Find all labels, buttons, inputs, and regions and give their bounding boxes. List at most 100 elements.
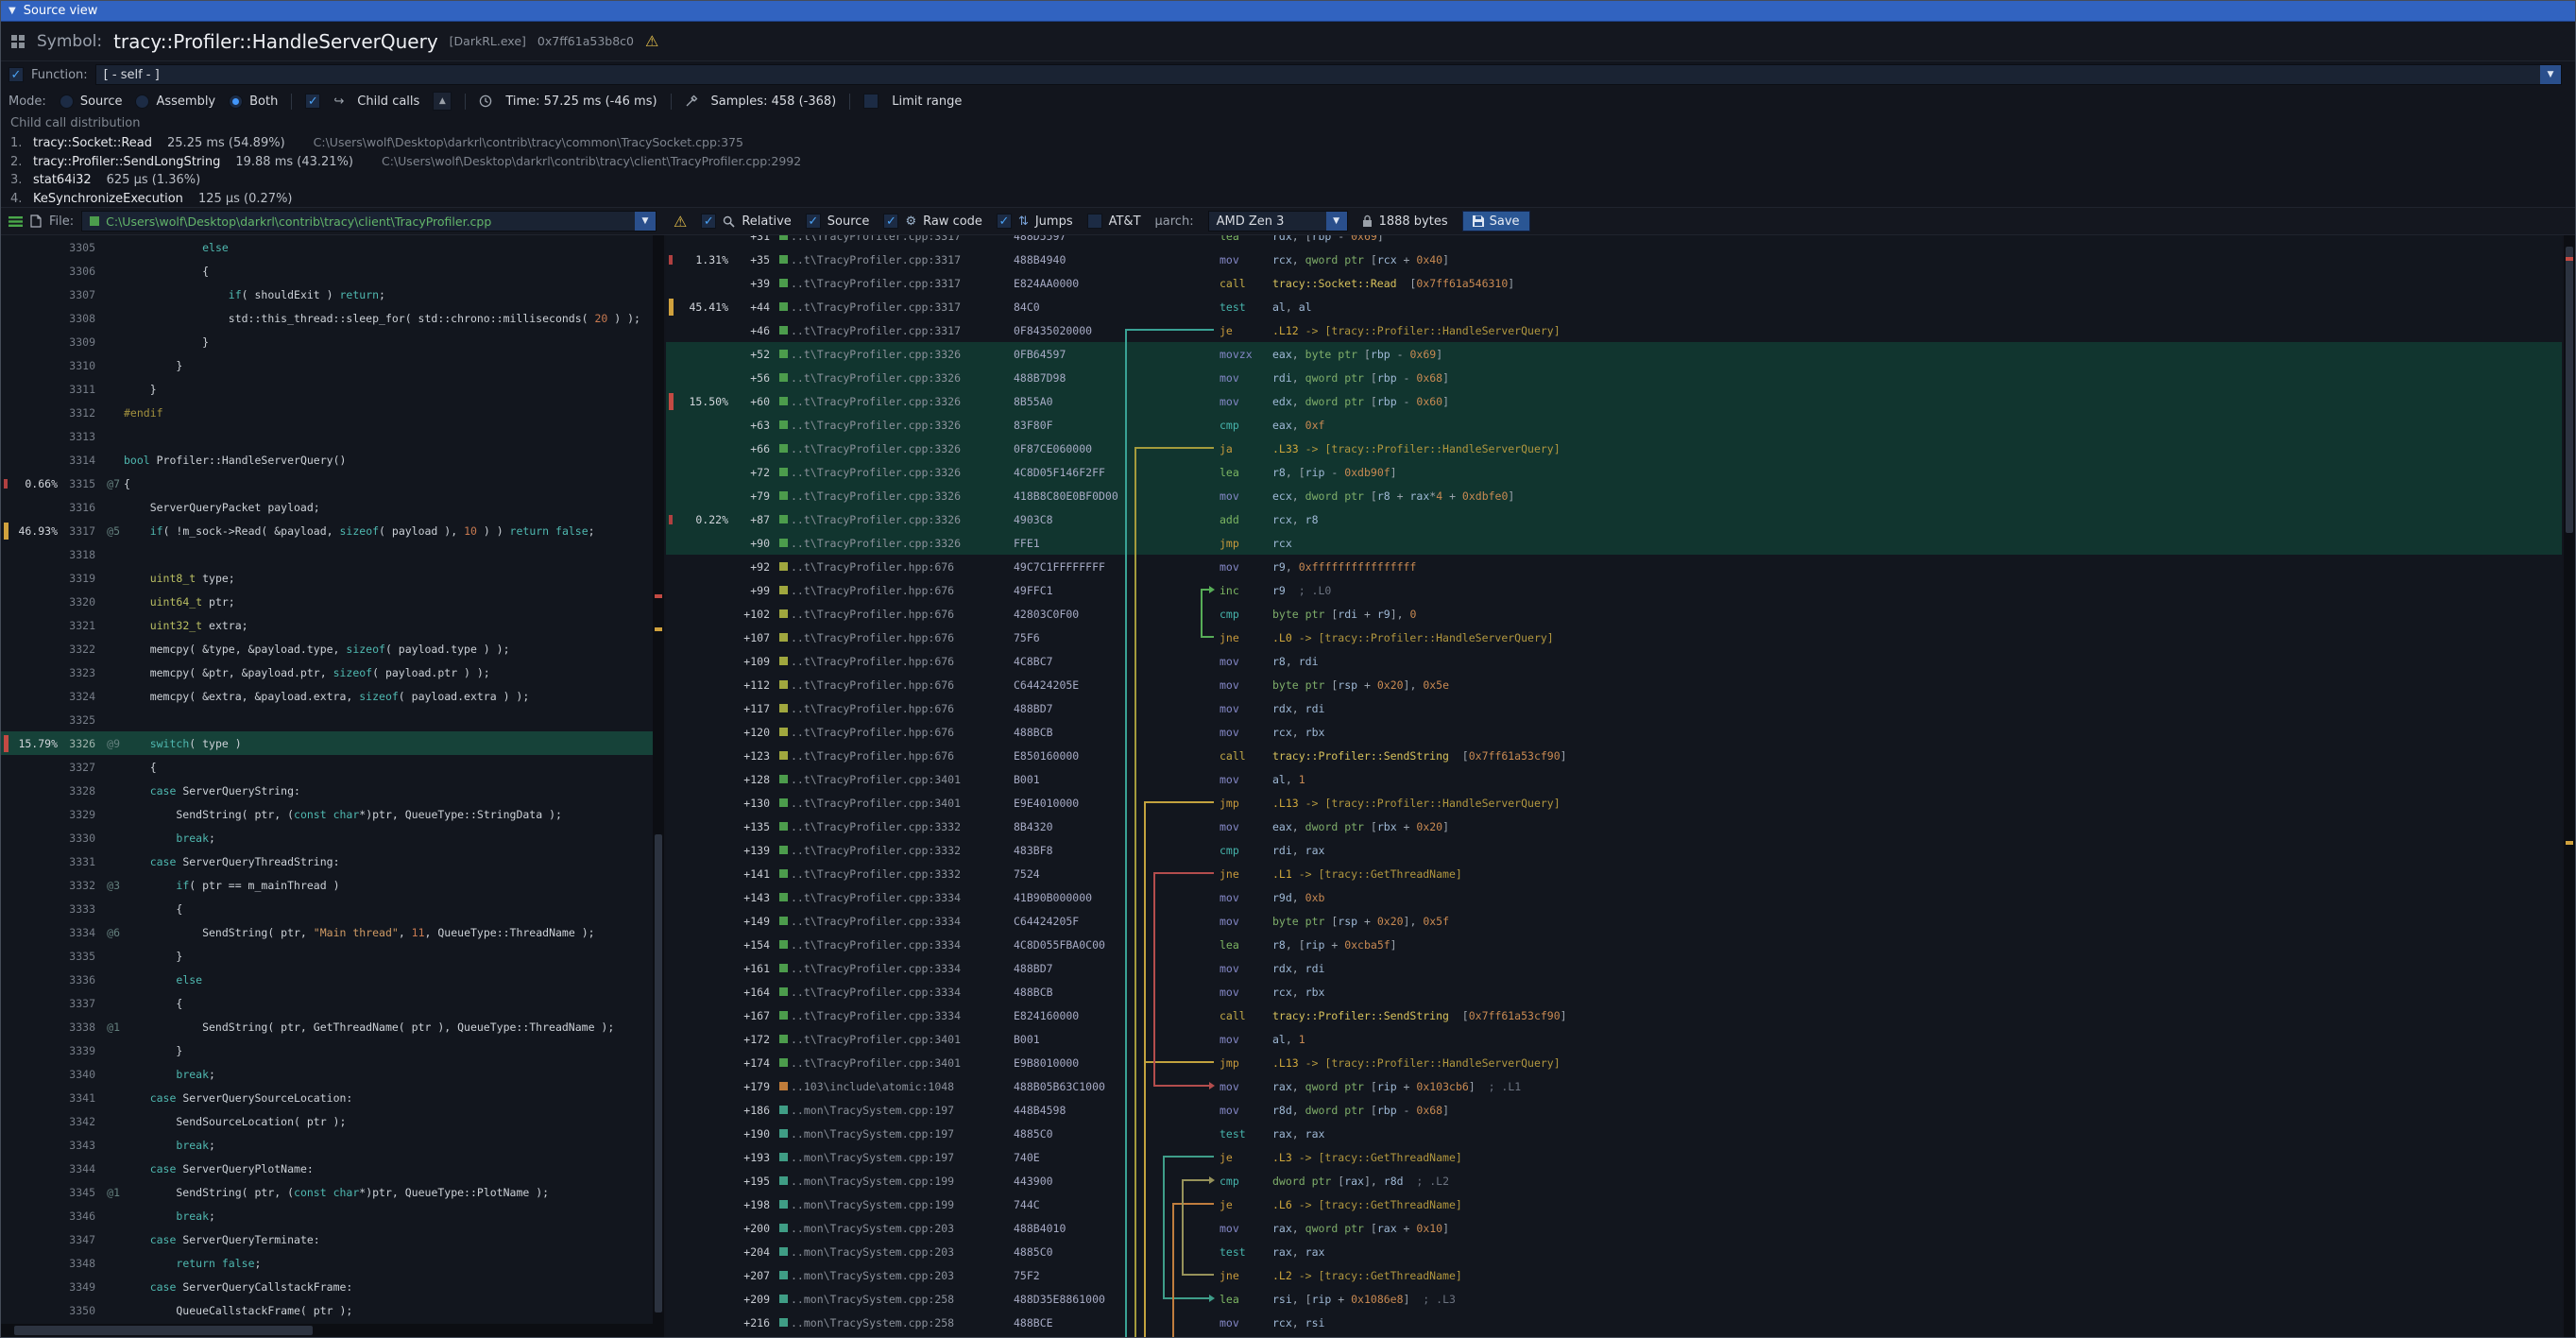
source-line-3346[interactable]: 3346 break; (1, 1204, 653, 1227)
source-line-3328[interactable]: 3328 case ServerQueryString: (1, 779, 653, 802)
source-line-3311[interactable]: 3311 } (1, 377, 653, 401)
source-line-3345[interactable]: 3345@1 SendString( ptr, (const char*)ptr… (1, 1180, 653, 1204)
source-line-3335[interactable]: 3335 } (1, 944, 653, 968)
source-line-3344[interactable]: 3344 case ServerQueryPlotName: (1, 1157, 653, 1180)
asm-source-location[interactable]: ..t\TracyProfiler.cpp:3401 (791, 773, 1014, 786)
asm-source-location[interactable]: ..t\TracyProfiler.hpp:676 (791, 726, 1014, 739)
asm-row-+195[interactable]: +195..mon\TracySystem.cpp:199443900cmpdw… (666, 1169, 2562, 1192)
relative-checkbox[interactable]: ✓ (701, 214, 716, 229)
asm-source-location[interactable]: ..t\TracyProfiler.cpp:3334 (791, 986, 1014, 999)
asm-row-+141[interactable]: +141..t\TracyProfiler.cpp:33327524jne.L1… (666, 862, 2562, 885)
source-line-3309[interactable]: 3309 } (1, 330, 653, 353)
source-line-3339[interactable]: 3339 } (1, 1038, 653, 1062)
source-line-3314[interactable]: 3314bool Profiler::HandleServerQuery() (1, 448, 653, 472)
source-line-3319[interactable]: 3319 uint8_t type; (1, 566, 653, 590)
radio-mode-both[interactable]: Both (229, 94, 278, 109)
child-call-item[interactable]: 1.tracy::Socket::Read25.25 ms (54.89%)C:… (10, 133, 2556, 152)
source-line-3306[interactable]: 3306 { (1, 259, 653, 283)
asm-source-location[interactable]: ..103\include\atomic:1048 (791, 1080, 1014, 1093)
asm-source-location[interactable]: ..t\TracyProfiler.cpp:3334 (791, 938, 1014, 952)
collapse-icon[interactable]: ▼ (9, 6, 16, 16)
asm-source-location[interactable]: ..t\TracyProfiler.hpp:676 (791, 631, 1014, 644)
asm-source-location[interactable]: ..t\TracyProfiler.cpp:3326 (791, 466, 1014, 479)
radio-mode-source[interactable]: Source (60, 94, 123, 109)
asm-source-location[interactable]: ..t\TracyProfiler.cpp:3326 (791, 513, 1014, 526)
source-line-3331[interactable]: 3331 case ServerQueryThreadString: (1, 849, 653, 873)
source-vscrollbar[interactable] (653, 235, 664, 1324)
source-hscrollbar[interactable] (1, 1324, 664, 1337)
asm-row-+52[interactable]: +52..t\TracyProfiler.cpp:33260FB64597mov… (666, 342, 2562, 366)
asm-source-location[interactable]: ..t\TracyProfiler.cpp:3401 (791, 1033, 1014, 1046)
source-line-3347[interactable]: 3347 case ServerQueryTerminate: (1, 1227, 653, 1251)
source-line-3350[interactable]: 3350 QueueCallstackFrame( ptr ); (1, 1298, 653, 1322)
source-line-3316[interactable]: 3316 ServerQueryPacket payload; (1, 495, 653, 519)
asm-source-location[interactable]: ..t\TracyProfiler.cpp:3326 (791, 442, 1014, 455)
scroll-thumb[interactable] (2566, 247, 2573, 533)
asm-source-location[interactable]: ..t\TracyProfiler.cpp:3334 (791, 891, 1014, 904)
uarch-combo[interactable]: AMD Zen 3 ▼ (1208, 211, 1348, 232)
source-line-3323[interactable]: 3323 memcpy( &ptr, &payload.ptr, sizeof(… (1, 660, 653, 684)
symbol-warning-icon[interactable]: ⚠ (645, 32, 658, 50)
child-call-item[interactable]: 3.stat64i32625 µs (1.36%) (10, 171, 2556, 190)
asm-row-+120[interactable]: +120..t\TracyProfiler.hpp:676488BCBmovrc… (666, 720, 2562, 744)
asm-row-+56[interactable]: +56..t\TracyProfiler.cpp:3326488B7D98mov… (666, 366, 2562, 389)
asm-row-+190[interactable]: +190..mon\TracySystem.cpp:1974885C0testr… (666, 1122, 2562, 1145)
source-line-3324[interactable]: 3324 memcpy( &extra, &payload.extra, siz… (1, 684, 653, 708)
asm-row-+31[interactable]: +31..t\TracyProfiler.cpp:3317488D5597lea… (666, 235, 2562, 248)
asm-source-location[interactable]: ..t\TracyProfiler.cpp:3401 (791, 797, 1014, 810)
asm-row-+35[interactable]: 1.31%+35..t\TracyProfiler.cpp:3317488B49… (666, 248, 2562, 271)
source-line-3333[interactable]: 3333 { (1, 897, 653, 920)
source-line-3338[interactable]: 3338@1 SendString( ptr, GetThreadName( p… (1, 1015, 653, 1038)
asm-source-location[interactable]: ..t\TracyProfiler.cpp:3332 (791, 820, 1014, 833)
asm-warning-icon[interactable]: ⚠ (674, 213, 687, 231)
asm-source-location[interactable]: ..mon\TracySystem.cpp:203 (791, 1245, 1014, 1259)
asm-row-+186[interactable]: +186..mon\TracySystem.cpp:197448B4598mov… (666, 1098, 2562, 1122)
asm-source-location[interactable]: ..mon\TracySystem.cpp:197 (791, 1127, 1014, 1141)
source-line-3305[interactable]: 3305 else (1, 235, 653, 259)
child-calls-checkbox[interactable]: ✓ (305, 94, 320, 109)
scroll-thumb[interactable] (655, 834, 662, 1313)
propagate-up-button[interactable]: ▲ (433, 92, 452, 111)
asm-row-+209[interactable]: +209..mon\TracySystem.cpp:258488D35E8861… (666, 1287, 2562, 1311)
asm-row-+72[interactable]: +72..t\TracyProfiler.cpp:33264C8D05F146F… (666, 460, 2562, 484)
asm-source-location[interactable]: ..t\TracyProfiler.cpp:3317 (791, 277, 1014, 290)
function-checkbox[interactable]: ✓ (9, 67, 24, 82)
source-line-3315[interactable]: 0.66%3315@7{ (1, 472, 653, 495)
asm-source-location[interactable]: ..mon\TracySystem.cpp:199 (791, 1198, 1014, 1211)
asm-row-+193[interactable]: +193..mon\TracySystem.cpp:197740Eje.L3 -… (666, 1145, 2562, 1169)
asm-row-+60[interactable]: 15.50%+60..t\TracyProfiler.cpp:33268B55A… (666, 389, 2562, 413)
asm-row-+109[interactable]: +109..t\TracyProfiler.hpp:6764C8BC7movr8… (666, 649, 2562, 673)
source-line-3336[interactable]: 3336 else (1, 968, 653, 991)
asm-row-+128[interactable]: +128..t\TracyProfiler.cpp:3401B001moval,… (666, 767, 2562, 791)
asm-source-location[interactable]: ..t\TracyProfiler.cpp:3317 (791, 324, 1014, 337)
asm-row-+92[interactable]: +92..t\TracyProfiler.hpp:67649C7C1FFFFFF… (666, 555, 2562, 578)
assembly-vscrollbar[interactable] (2564, 235, 2575, 1337)
source-line-3332[interactable]: 3332@3 if( ptr == m_mainThread ) (1, 873, 653, 897)
asm-source-location[interactable]: ..mon\TracySystem.cpp:203 (791, 1222, 1014, 1235)
asm-row-+87[interactable]: 0.22%+87..t\TracyProfiler.cpp:33264903C8… (666, 507, 2562, 531)
jumps-checkbox[interactable]: ✓ (997, 214, 1012, 229)
scroll-thumb[interactable] (14, 1326, 313, 1335)
asm-row-+179[interactable]: +179..103\include\atomic:1048488B05B63C1… (666, 1074, 2562, 1098)
asm-row-+99[interactable]: +99..t\TracyProfiler.hpp:67649FFC1incr9 … (666, 578, 2562, 602)
file-combo[interactable]: C:\Users\wolf\Desktop\darkrl\contrib\tra… (81, 211, 657, 232)
asm-row-+90[interactable]: +90..t\TracyProfiler.cpp:3326FFE1jmprcx (666, 531, 2562, 555)
asm-source-location[interactable]: ..t\TracyProfiler.cpp:3326 (791, 348, 1014, 361)
source-line-3317[interactable]: 46.93%3317@5 if( !m_sock->Read( &payload… (1, 519, 653, 542)
source-line-3310[interactable]: 3310 } (1, 353, 653, 377)
asm-source-location[interactable]: ..mon\TracySystem.cpp:197 (791, 1151, 1014, 1164)
source-line-3326[interactable]: 15.79%3326@9 switch( type ) (1, 731, 653, 755)
chevron-down-icon[interactable]: ▼ (2540, 65, 2561, 84)
source-checkbox[interactable]: ✓ (806, 214, 821, 229)
radio-mode-assembly[interactable]: Assembly (135, 94, 215, 109)
save-button[interactable]: Save (1462, 211, 1530, 232)
raw-code-toggle[interactable]: ✓ ⚙ Raw code (883, 214, 982, 229)
asm-row-+102[interactable]: +102..t\TracyProfiler.hpp:67642803C0F00c… (666, 602, 2562, 626)
titlebar[interactable]: ▼ Source view (1, 1, 2575, 22)
asm-source-location[interactable]: ..t\TracyProfiler.cpp:3334 (791, 962, 1014, 975)
source-line-3341[interactable]: 3341 case ServerQuerySourceLocation: (1, 1086, 653, 1109)
asm-row-+39[interactable]: +39..t\TracyProfiler.cpp:3317E824AA0000c… (666, 271, 2562, 295)
asm-row-+135[interactable]: +135..t\TracyProfiler.cpp:33328B4320move… (666, 815, 2562, 838)
child-call-item[interactable]: 4.KeSynchronizeExecution125 µs (0.27%) (10, 190, 2556, 205)
chevron-down-icon[interactable]: ▼ (1326, 212, 1347, 231)
